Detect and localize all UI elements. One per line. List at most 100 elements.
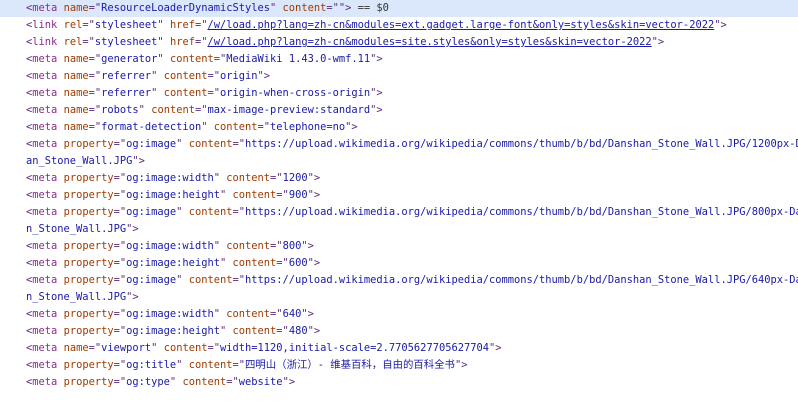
attribute-name: content [169, 53, 214, 65]
tag-close: "> [132, 155, 145, 167]
equals-quote: =" [88, 87, 102, 99]
source-line[interactable]: <meta property="og:image:height" content… [0, 255, 798, 272]
equals-quote: =" [194, 104, 208, 116]
attribute-value: referrer [101, 70, 152, 82]
attribute-name: content [163, 342, 208, 354]
close-quote: " [219, 189, 227, 201]
source-line[interactable]: <meta property="og:image" content="https… [0, 204, 798, 221]
attribute-value: MediaWiki 1.43.0-wmf.11 [226, 53, 371, 65]
source-line[interactable]: <meta property="og:title" content="四明山（浙… [0, 357, 798, 374]
elements-source-panel[interactable]: <meta name="ResourceLoaderDynamicStyles"… [0, 0, 798, 403]
source-line[interactable]: <meta property="og:image:height" content… [0, 323, 798, 340]
tag-close: "> [307, 172, 321, 184]
attribute-name: content [226, 172, 271, 184]
source-line[interactable]: <meta name="format-detection" content="t… [0, 119, 798, 136]
source-line-continuation[interactable]: n_Stone_Wall.JPG"> [0, 289, 798, 306]
attribute-name: name [63, 53, 89, 65]
tag-name: meta [32, 308, 58, 320]
attribute-value: n_Stone_Wall.JPG [26, 223, 127, 235]
source-line[interactable]: <link rel="stylesheet" href="/w/load.php… [0, 34, 798, 51]
tag-name: meta [32, 138, 58, 150]
tag-name: meta [32, 70, 58, 82]
source-line[interactable]: <meta name="referrer" content="origin-wh… [0, 85, 798, 102]
attribute-link: /w/load.php?lang=zh-cn&modules=site.styl… [207, 36, 652, 48]
attribute-value: referrer [101, 87, 152, 99]
equals-quote: =" [232, 138, 246, 150]
selected-marker: == $0 [351, 2, 389, 14]
attribute-value: 800 [282, 240, 302, 252]
close-quote: " [176, 274, 183, 286]
equals-quote: =" [276, 189, 289, 201]
source-line[interactable]: <meta property="og:image" content="https… [0, 272, 798, 289]
attribute-name: content [188, 274, 233, 286]
source-line[interactable]: <meta name="robots" content="max-image-p… [0, 102, 798, 119]
equals-quote: =" [276, 325, 289, 337]
attribute-value: og:type [126, 376, 170, 388]
tag-close: "> [307, 257, 321, 269]
equals-quote: =" [82, 19, 95, 31]
close-quote: " [219, 325, 227, 337]
attribute-name: property [63, 189, 114, 201]
attribute-value: og:image:height [126, 325, 220, 337]
attribute-value: stylesheet [94, 19, 158, 31]
source-line[interactable]: <meta name="viewport" content="width=112… [0, 340, 798, 357]
equals-quote: =" [113, 308, 127, 320]
tag-name: link [32, 36, 58, 48]
equals-quote: =" [88, 70, 102, 82]
equals-quote: =" [270, 172, 283, 184]
attribute-value: 480 [288, 325, 308, 337]
attribute-name: content [151, 104, 195, 116]
selected-source-line[interactable]: <meta name="ResourceLoaderDynamicStyles"… [0, 0, 798, 17]
source-line[interactable]: <meta property="og:image:width" content=… [0, 306, 798, 323]
close-quote: " [151, 70, 158, 82]
close-quote: " [138, 104, 145, 116]
source-line[interactable]: <meta property="og:type" content="websit… [0, 374, 798, 391]
tag-name: meta [32, 121, 58, 133]
attribute-name: property [63, 274, 114, 286]
equals-quote: =" [232, 359, 246, 371]
attribute-value: https://upload.wikimedia.org/wikipedia/c… [245, 138, 798, 150]
equals-quote: =" [113, 376, 127, 388]
attribute-name: content [226, 308, 271, 320]
equals-quote: =" [113, 325, 127, 337]
source-line[interactable]: <meta name="referrer" content="origin"> [0, 68, 798, 85]
source-line[interactable]: <meta property="og:image:width" content=… [0, 238, 798, 255]
attribute-value: max-image-preview:standard [207, 104, 371, 116]
tag-close: "> [370, 104, 383, 116]
equals-quote: =" [113, 274, 127, 286]
source-line-continuation[interactable]: n_Stone_Wall.JPG"> [0, 221, 798, 238]
attribute-name: rel [63, 36, 83, 48]
attribute-name: content [282, 2, 327, 14]
tag-name: meta [32, 189, 58, 201]
tag-close: "> [126, 291, 139, 303]
attribute-name: content [213, 121, 258, 133]
attribute-value: 四明山（浙江）- 维基百科，自由的百科全书 [245, 359, 455, 371]
attribute-value: og:image:width [126, 172, 214, 184]
source-line[interactable]: <meta property="og:image:height" content… [0, 187, 798, 204]
tag-name: meta [32, 206, 58, 218]
attribute-name: property [63, 325, 114, 337]
source-line[interactable]: <meta property="og:image" content="https… [0, 136, 798, 153]
source-line-continuation[interactable]: an_Stone_Wall.JPG"> [0, 153, 798, 170]
equals-quote: =" [82, 36, 95, 48]
close-quote: " [213, 172, 220, 184]
equals-quote: =" [270, 308, 283, 320]
close-quote: " [201, 121, 208, 133]
source-line[interactable]: <link rel="stylesheet" href="/w/load.php… [0, 17, 798, 34]
tag-name: meta [32, 376, 58, 388]
source-line[interactable]: <meta name="generator" content="MediaWik… [0, 51, 798, 68]
attribute-value: origin [220, 70, 258, 82]
close-quote: " [157, 19, 164, 31]
close-quote: " [176, 206, 183, 218]
source-line[interactable]: <meta property="og:image:width" content=… [0, 170, 798, 187]
tag-name: meta [32, 240, 58, 252]
attribute-value: origin-when-cross-origin [220, 87, 371, 99]
tag-close: "> [307, 189, 321, 201]
equals-quote: =" [226, 376, 239, 388]
equals-quote: =" [213, 53, 227, 65]
attribute-name: content [182, 376, 227, 388]
attribute-value: https://upload.wikimedia.org/wikipedia/c… [245, 274, 798, 286]
equals-quote: =" [194, 19, 208, 31]
equals-quote: =" [88, 342, 102, 354]
equals-quote: =" [113, 172, 127, 184]
